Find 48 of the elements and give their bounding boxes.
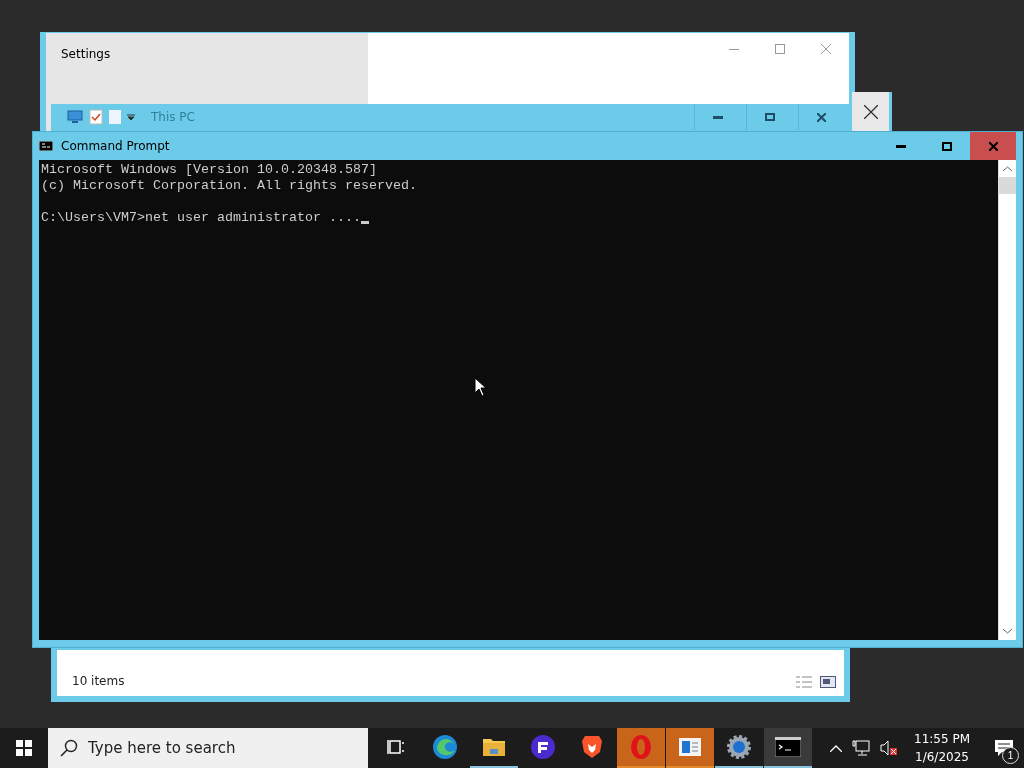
item-count: 10 items <box>72 674 125 688</box>
lion-shield-icon <box>581 734 603 760</box>
large-icons-view-icon[interactable] <box>820 676 836 688</box>
clock-time: 11:55 PM <box>914 732 970 746</box>
notifications-button[interactable]: 1 <box>984 728 1024 768</box>
terminal-icon <box>775 737 801 757</box>
console-line: (c) Microsoft Corporation. All rights reserved. <box>41 178 417 194</box>
window-panel-icon <box>678 737 702 757</box>
windows-logo-icon <box>16 740 32 756</box>
console-line: Microsoft Windows [Version 10.0.20348.587] <box>41 162 377 178</box>
maximize-icon <box>942 141 952 151</box>
maximize-icon <box>775 44 785 54</box>
console-line: C:\Users\VM7>net user administrator .... <box>41 210 361 226</box>
muted-speaker-icon <box>880 740 898 756</box>
computer-icon <box>67 110 83 124</box>
window-title: Command Prompt <box>61 139 171 153</box>
chevron-down-icon <box>1003 629 1012 634</box>
minimize-icon <box>896 144 906 148</box>
app-icon <box>530 734 556 760</box>
chevron-up-icon <box>830 744 842 752</box>
close-button[interactable] <box>970 132 1016 160</box>
close-icon <box>817 112 826 122</box>
mouse-pointer-icon <box>474 377 486 397</box>
search-field[interactable]: Type here to search <box>48 728 368 768</box>
minimize-icon <box>712 115 723 119</box>
maximize-icon <box>764 113 775 121</box>
close-icon <box>821 44 831 54</box>
notification-count: 1 <box>1002 747 1019 764</box>
chevron-up-icon <box>1003 166 1012 171</box>
ring-icon <box>629 734 653 760</box>
window-title: Settings <box>61 47 111 61</box>
network-icon <box>852 740 870 756</box>
close-icon <box>863 105 878 119</box>
properties-icon[interactable] <box>89 109 103 125</box>
close-icon <box>988 141 998 151</box>
window-title: This PC <box>151 110 196 124</box>
minimize-icon <box>729 48 739 50</box>
browser-icon <box>432 734 458 760</box>
taskbar-app-button[interactable] <box>764 728 812 768</box>
search-icon <box>60 739 78 757</box>
settings-icon <box>726 734 752 760</box>
console-icon <box>39 141 53 151</box>
dropdown-icon[interactable] <box>127 113 135 121</box>
scrollbar-thumb[interactable] <box>999 177 1016 194</box>
clock[interactable]: 11:55 PM 1/6/2025 <box>906 732 978 764</box>
task-view-icon <box>387 738 405 756</box>
clock-date: 1/6/2025 <box>915 750 969 764</box>
folder-icon <box>482 736 506 758</box>
